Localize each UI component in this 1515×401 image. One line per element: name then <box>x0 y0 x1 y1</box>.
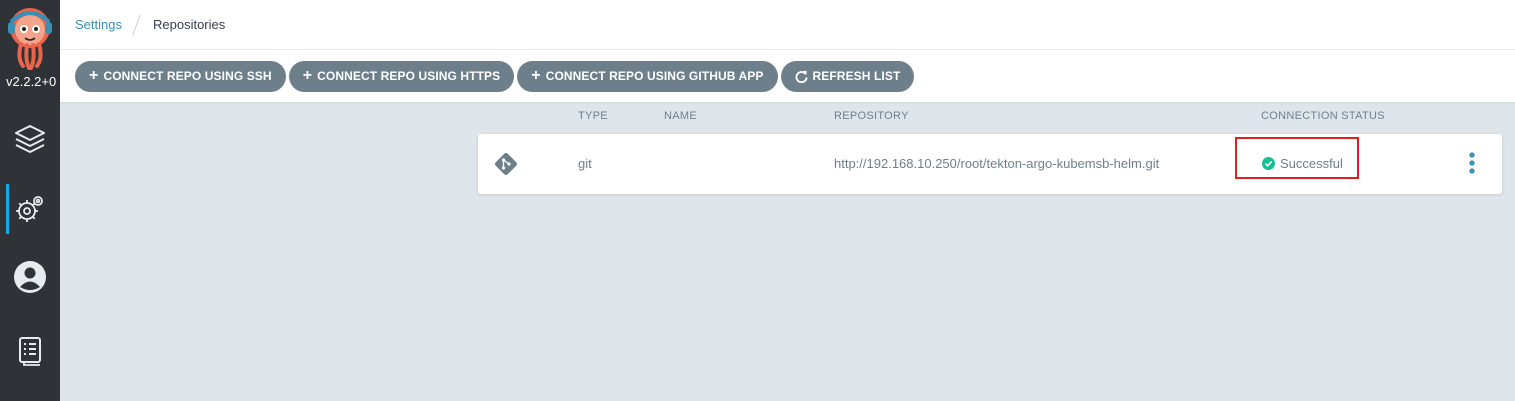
layers-icon <box>15 125 45 153</box>
breadcrumb-separator <box>132 13 141 36</box>
plus-icon: + <box>531 67 541 84</box>
sidebar-item-applications[interactable] <box>0 112 60 166</box>
column-header-repository: REPOSITORY <box>834 110 909 122</box>
column-header-type: TYPE <box>578 110 608 122</box>
git-icon <box>495 153 517 175</box>
column-header-name: NAME <box>664 110 697 122</box>
connect-https-button[interactable]: + CONNECT REPO USING HTTPS <box>288 60 515 92</box>
breadcrumb: Settings Repositories <box>60 0 1515 50</box>
connection-status-cell: Successful <box>1262 156 1343 171</box>
kebab-menu-icon[interactable] <box>1468 152 1476 174</box>
sidebar-item-user-info[interactable] <box>0 250 60 304</box>
connection-status-label: Successful <box>1280 156 1343 171</box>
page-title: Repositories <box>152 17 226 32</box>
check-circle-icon <box>1262 157 1275 170</box>
table-row[interactable]: git http://192.168.10.250/root/tekton-ar… <box>478 134 1502 194</box>
toolbar: + CONNECT REPO USING SSH + CONNECT REPO … <box>60 50 1515 102</box>
gear-icon <box>16 196 43 222</box>
sidebar-item-settings[interactable] <box>0 182 60 236</box>
connect-github-app-button[interactable]: + CONNECT REPO USING GITHUB APP <box>517 60 778 92</box>
table-header: TYPE NAME REPOSITORY CONNECTION STATUS <box>478 110 1502 126</box>
refresh-icon <box>794 70 808 83</box>
column-header-connection-status: CONNECTION STATUS <box>1261 110 1385 122</box>
sidebar-item-documentation[interactable] <box>0 324 60 378</box>
refresh-list-label: REFRESH LIST <box>812 69 901 83</box>
plus-icon: + <box>89 67 99 84</box>
repo-url-cell: http://192.168.10.250/root/tekton-argo-k… <box>834 156 1160 171</box>
connect-ssh-button[interactable]: + CONNECT REPO USING SSH <box>75 60 286 92</box>
repo-type-cell: git <box>578 156 592 171</box>
user-icon <box>14 261 46 293</box>
plus-icon: + <box>302 67 313 84</box>
connect-github-app-label: CONNECT REPO USING GITHUB APP <box>545 69 764 83</box>
sidebar: v2.2.2+0 <box>0 0 60 401</box>
version-label: v2.2.2+0 <box>6 74 57 89</box>
refresh-list-button[interactable]: REFRESH LIST <box>780 60 915 92</box>
docs-icon <box>19 337 41 366</box>
connect-ssh-label: CONNECT REPO USING SSH <box>103 69 272 83</box>
breadcrumb-settings-link[interactable]: Settings <box>75 17 122 32</box>
connect-https-label: CONNECT REPO USING HTTPS <box>317 69 501 83</box>
argo-logo-icon[interactable] <box>7 8 53 70</box>
